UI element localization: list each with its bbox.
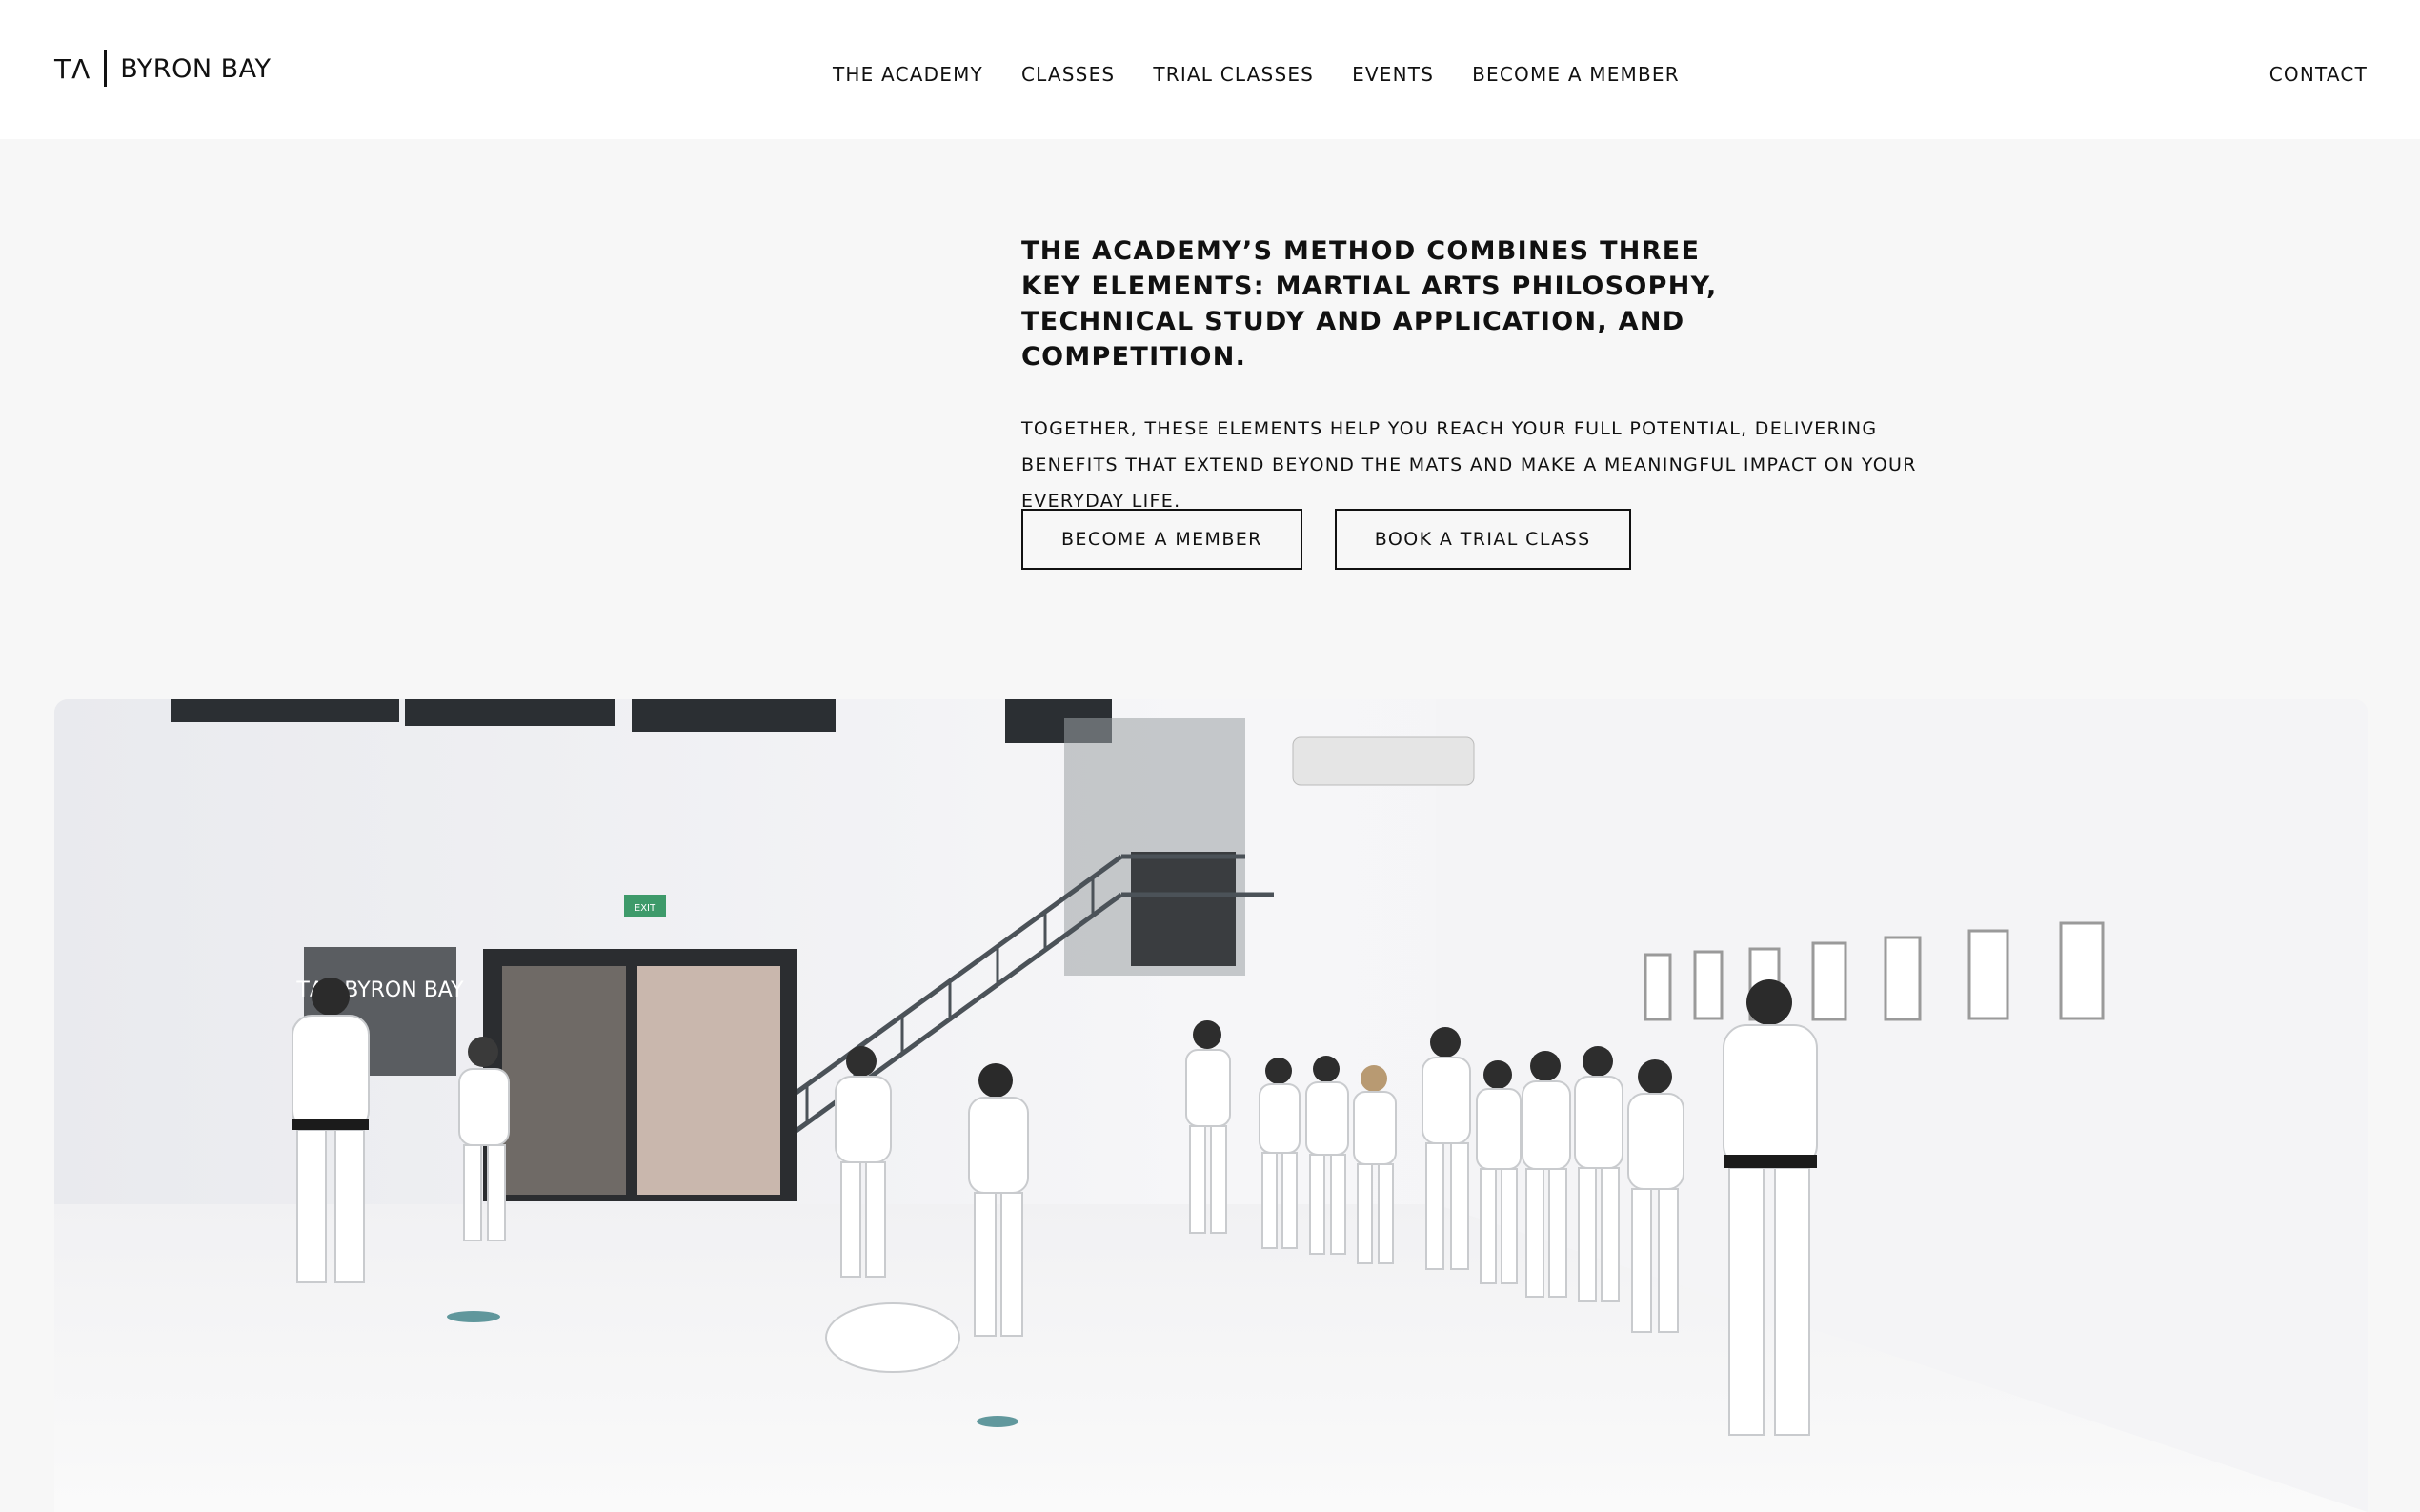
nav-become-a-member[interactable]: BECOME A MEMBER (1472, 63, 1680, 86)
become-member-button[interactable]: BECOME A MEMBER (1021, 509, 1302, 570)
hero-buttons: BECOME A MEMBER BOOK A TRIAL CLASS (1021, 509, 1631, 570)
logo-mark: TΛ (54, 52, 91, 85)
dojo-class-photo: TΛ | BYRON BAY EXIT (54, 699, 2368, 1512)
nav-events[interactable]: EVENTS (1352, 63, 1434, 86)
main-nav: THE ACADEMY CLASSES TRIAL CLASSES EVENTS… (833, 63, 1680, 86)
nav-classes[interactable]: CLASSES (1021, 63, 1115, 86)
hero-subtext: TOGETHER, THESE ELEMENTS HELP YOU REACH … (1021, 418, 1917, 512)
dojo-photo-illustration: TΛ | BYRON BAY EXIT (54, 699, 2368, 1512)
nav-the-academy[interactable]: THE ACADEMY (833, 63, 983, 86)
hero-text-block: THE ACADEMY’S METHOD COMBINES THREE KEY … (1021, 233, 1974, 519)
nav-contact[interactable]: CONTACT (2269, 63, 2368, 86)
exit-sign-text: EXIT (635, 903, 656, 914)
book-trial-button[interactable]: BOOK A TRIAL CLASS (1334, 509, 1631, 570)
site-header: TΛ BYRON BAY THE ACADEMY CLASSES TRIAL C… (0, 0, 2420, 139)
site-logo[interactable]: TΛ BYRON BAY (54, 50, 272, 88)
logo-name: BYRON BAY (120, 53, 272, 84)
hero-headline: THE ACADEMY’S METHOD COMBINES THREE KEY … (1021, 236, 1718, 372)
nav-trial-classes[interactable]: TRIAL CLASSES (1153, 63, 1314, 86)
logo-divider (104, 50, 108, 87)
